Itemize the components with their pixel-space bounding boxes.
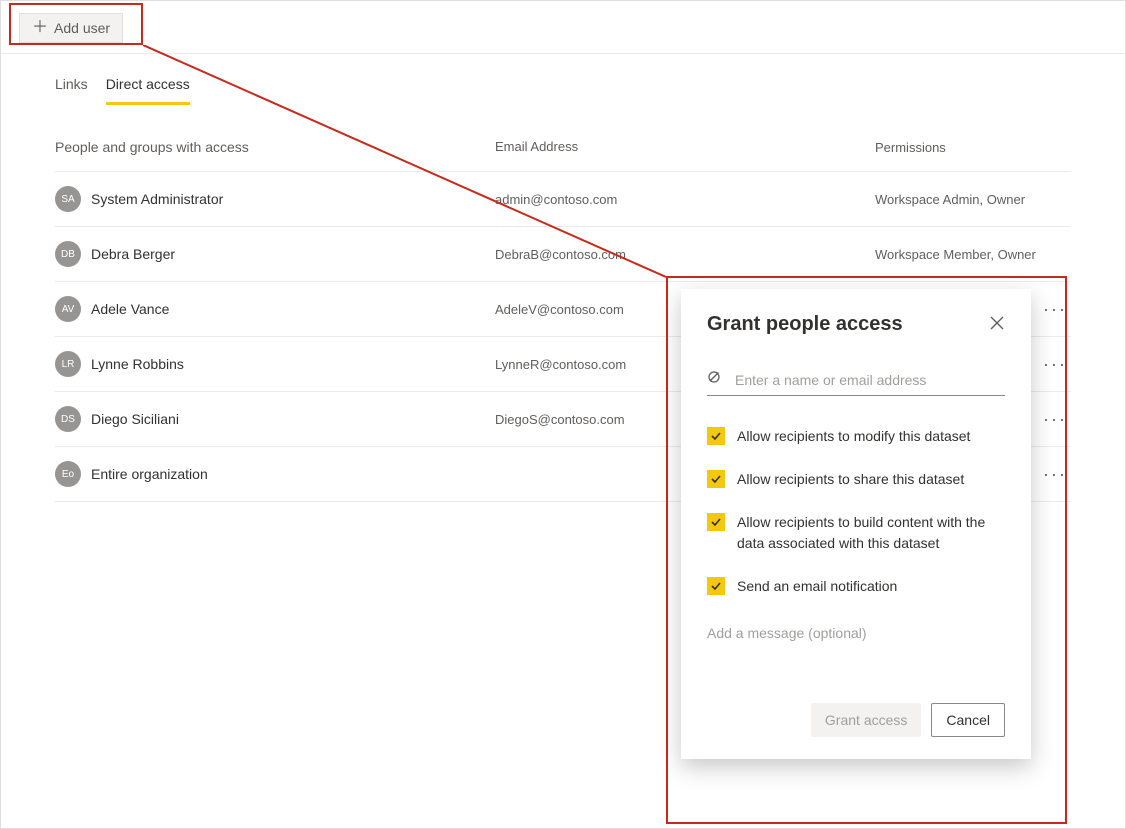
col-header-people: People and groups with access [55,139,495,155]
option-send-email: Send an email notification [707,576,1005,597]
user-name: System Administrator [91,191,223,207]
add-user-label: Add user [54,20,110,36]
checkbox[interactable] [707,470,725,488]
cancel-button[interactable]: Cancel [931,703,1005,737]
user-name: Debra Berger [91,246,175,262]
option-label: Allow recipients to build content with t… [737,512,1005,554]
avatar: DB [55,241,81,267]
add-user-button[interactable]: ＋ Add user [19,13,123,43]
more-icon[interactable]: ··· [1043,299,1071,320]
user-permissions: Workspace Admin, Owner [875,192,1025,207]
close-icon[interactable] [989,315,1005,334]
tab-links[interactable]: Links [55,76,88,105]
tabs: Links Direct access [1,54,1125,105]
name-input-row [707,370,1005,396]
avatar: SA [55,186,81,212]
option-allow-build: Allow recipients to build content with t… [707,512,1005,554]
user-name: Entire organization [91,466,208,482]
user-email: admin@contoso.com [495,192,875,207]
message-textarea[interactable]: Add a message (optional) [707,625,1005,681]
plus-icon: ＋ [32,20,48,36]
option-label: Allow recipients to share this dataset [737,469,964,490]
search-icon [707,370,723,389]
more-icon[interactable]: ··· [1043,409,1071,430]
option-allow-share: Allow recipients to share this dataset [707,469,1005,490]
name-email-input[interactable] [733,371,1005,389]
panel-title: Grant people access [707,313,903,336]
checkbox[interactable] [707,577,725,595]
user-name: Lynne Robbins [91,356,184,372]
user-email: DebraB@contoso.com [495,247,875,262]
avatar: AV [55,296,81,322]
checkbox[interactable] [707,513,725,531]
col-header-email: Email Address [495,139,875,155]
user-permissions: Workspace Member, Owner [875,247,1036,262]
more-icon[interactable]: ··· [1043,464,1071,485]
user-name: Adele Vance [91,301,169,317]
option-label: Send an email notification [737,576,897,597]
table-row: DB Debra Berger DebraB@contoso.com Works… [55,227,1071,282]
avatar: LR [55,351,81,377]
grant-access-panel: Grant people access Allow recipients to … [681,289,1031,759]
checkbox[interactable] [707,427,725,445]
avatar: Eo [55,461,81,487]
option-allow-modify: Allow recipients to modify this dataset [707,426,1005,447]
table-header: People and groups with access Email Addr… [55,139,1071,172]
avatar: DS [55,406,81,432]
more-icon[interactable]: ··· [1043,354,1071,375]
option-label: Allow recipients to modify this dataset [737,426,970,447]
table-row: SA System Administrator admin@contoso.co… [55,172,1071,227]
user-name: Diego Siciliani [91,411,179,427]
col-header-permissions: Permissions [875,139,1071,155]
grant-access-button[interactable]: Grant access [811,703,921,737]
tab-direct-access[interactable]: Direct access [106,76,190,105]
